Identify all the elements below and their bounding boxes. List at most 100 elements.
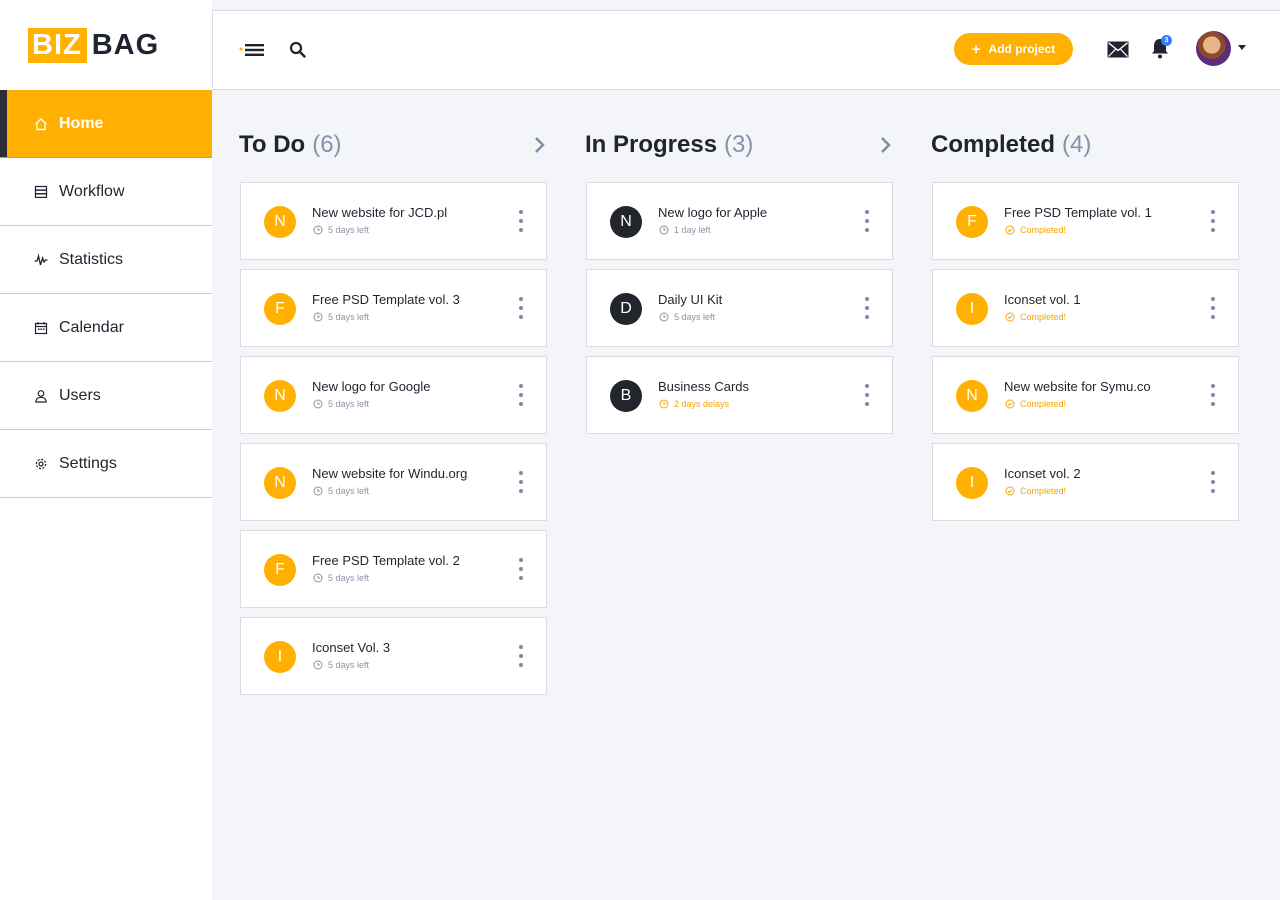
- card-meta: Completed!: [1005, 225, 1066, 235]
- card-title: Iconset vol. 2: [1004, 466, 1081, 481]
- more-options-icon[interactable]: [1210, 384, 1216, 408]
- card-avatar: I: [956, 467, 988, 499]
- card-title: Free PSD Template vol. 1: [1004, 205, 1152, 220]
- card-meta-text: 5 days left: [328, 312, 370, 322]
- column-title: To Do (6): [239, 125, 547, 165]
- card-title: Iconset Vol. 3: [312, 640, 391, 655]
- more-options-icon[interactable]: [1210, 471, 1216, 495]
- card-meta-text: 5 days left: [328, 573, 370, 583]
- more-options-icon[interactable]: [1210, 210, 1216, 234]
- card-list: F Free PSD Template vol. 1 Completed! I …: [932, 182, 1239, 530]
- column-next-button[interactable]: [533, 135, 547, 155]
- card-list: N New website for JCD.pl 5 days left F F…: [240, 182, 547, 704]
- task-card[interactable]: F Free PSD Template vol. 3 5 days left: [240, 269, 547, 347]
- task-card[interactable]: F Free PSD Template vol. 1 Completed!: [932, 182, 1239, 260]
- more-options-icon[interactable]: [518, 558, 524, 582]
- clock-icon: [313, 225, 323, 235]
- user-menu[interactable]: [1196, 31, 1248, 67]
- task-card[interactable]: B Business Cards 2 days delays: [586, 356, 893, 434]
- sidebar-item-home[interactable]: Home: [0, 90, 212, 158]
- more-options-icon[interactable]: [518, 645, 524, 669]
- card-meta-text: Completed!: [1020, 486, 1067, 496]
- card-meta: 1 day left: [659, 225, 711, 235]
- plus-icon: +: [971, 40, 981, 58]
- sidebar-item-users[interactable]: Users: [0, 362, 212, 430]
- add-project-button[interactable]: + Add project: [954, 33, 1073, 65]
- sidebar-nav: Home Workflow Statistics Calendar Users: [0, 90, 212, 498]
- task-card[interactable]: I Iconset vol. 2 Completed!: [932, 443, 1239, 521]
- card-avatar: B: [610, 380, 642, 412]
- card-meta-text: Completed!: [1020, 225, 1067, 235]
- clock-icon: [313, 486, 323, 496]
- task-card[interactable]: F Free PSD Template vol. 2 5 days left: [240, 530, 547, 608]
- mail-icon: [1107, 41, 1129, 58]
- sidebar: BIZ BAG Home Workflow Statistics Calenda…: [0, 0, 212, 900]
- add-project-label: Add project: [988, 42, 1056, 56]
- more-options-icon[interactable]: [864, 384, 870, 408]
- task-card[interactable]: I Iconset vol. 1 Completed!: [932, 269, 1239, 347]
- card-title: New logo for Google: [312, 379, 431, 394]
- chevron-right-icon: [535, 137, 545, 153]
- sidebar-item-statistics[interactable]: Statistics: [0, 226, 212, 294]
- more-options-icon[interactable]: [1210, 297, 1216, 321]
- card-meta-text: 5 days left: [328, 225, 370, 235]
- card-meta-text: Completed!: [1020, 312, 1067, 322]
- clock-icon: [313, 312, 323, 322]
- notifications-button[interactable]: 3: [1150, 35, 1172, 61]
- more-options-icon[interactable]: [864, 210, 870, 234]
- card-meta: 5 days left: [313, 225, 369, 235]
- column-title-text: To Do: [239, 131, 306, 158]
- check-circle-icon: [1005, 225, 1015, 235]
- menu-toggle-button[interactable]: [239, 41, 267, 61]
- task-card[interactable]: N New website for Symu.co Completed!: [932, 356, 1239, 434]
- column-count: (6): [312, 131, 342, 158]
- card-meta: 5 days left: [659, 312, 715, 322]
- task-card[interactable]: N New logo for Apple 1 day left: [586, 182, 893, 260]
- check-circle-icon: [1005, 399, 1015, 409]
- logo[interactable]: BIZ BAG: [0, 0, 212, 90]
- card-meta: Completed!: [1005, 399, 1066, 409]
- column-next-button[interactable]: [879, 135, 893, 155]
- user-icon: [34, 389, 48, 403]
- card-avatar: D: [610, 293, 642, 325]
- logo-biz: BIZ: [28, 27, 87, 63]
- statistics-icon: [34, 252, 48, 267]
- more-options-icon[interactable]: [518, 210, 524, 234]
- card-title: New website for Windu.org: [312, 466, 468, 481]
- search-button[interactable]: [289, 41, 307, 59]
- card-avatar: F: [264, 554, 296, 586]
- column-in-progress: In Progress (3) N New logo for Apple 1 d…: [585, 125, 893, 434]
- sidebar-item-label: Settings: [59, 454, 117, 472]
- card-avatar: N: [610, 206, 642, 238]
- sidebar-item-workflow[interactable]: Workflow: [0, 158, 212, 226]
- card-meta-text: 5 days left: [328, 660, 370, 670]
- clock-icon: [659, 312, 669, 322]
- task-card[interactable]: N New website for Windu.org 5 days left: [240, 443, 547, 521]
- sidebar-item-settings[interactable]: Settings: [0, 430, 212, 498]
- menu-icon: [239, 44, 264, 56]
- card-title: Iconset vol. 1: [1004, 292, 1081, 307]
- clock-icon: [313, 573, 323, 583]
- task-card[interactable]: N New logo for Google 5 days left: [240, 356, 547, 434]
- check-circle-icon: [1005, 486, 1015, 496]
- task-card[interactable]: I Iconset Vol. 3 5 days left: [240, 617, 547, 695]
- clock-icon: [313, 399, 323, 409]
- more-options-icon[interactable]: [518, 297, 524, 321]
- chevron-right-icon: [881, 137, 891, 153]
- mail-button[interactable]: [1107, 41, 1129, 58]
- task-card[interactable]: N New website for JCD.pl 5 days left: [240, 182, 547, 260]
- more-options-icon[interactable]: [518, 384, 524, 408]
- sidebar-item-label: Statistics: [59, 250, 124, 268]
- card-meta: 2 days delays: [659, 399, 729, 409]
- column-completed: Completed (4) F Free PSD Template vol. 1…: [931, 125, 1239, 521]
- sidebar-item-calendar[interactable]: Calendar: [0, 294, 212, 362]
- top-header: + Add project 3: [212, 10, 1280, 90]
- more-options-icon[interactable]: [518, 471, 524, 495]
- clock-icon: [313, 660, 323, 670]
- task-card[interactable]: D Daily UI Kit 5 days left: [586, 269, 893, 347]
- card-meta: 5 days left: [313, 573, 369, 583]
- card-avatar: F: [956, 206, 988, 238]
- column-todo: To Do (6) N New website for JCD.pl 5 day…: [239, 125, 547, 695]
- card-meta-text: 1 day left: [674, 225, 711, 235]
- more-options-icon[interactable]: [864, 297, 870, 321]
